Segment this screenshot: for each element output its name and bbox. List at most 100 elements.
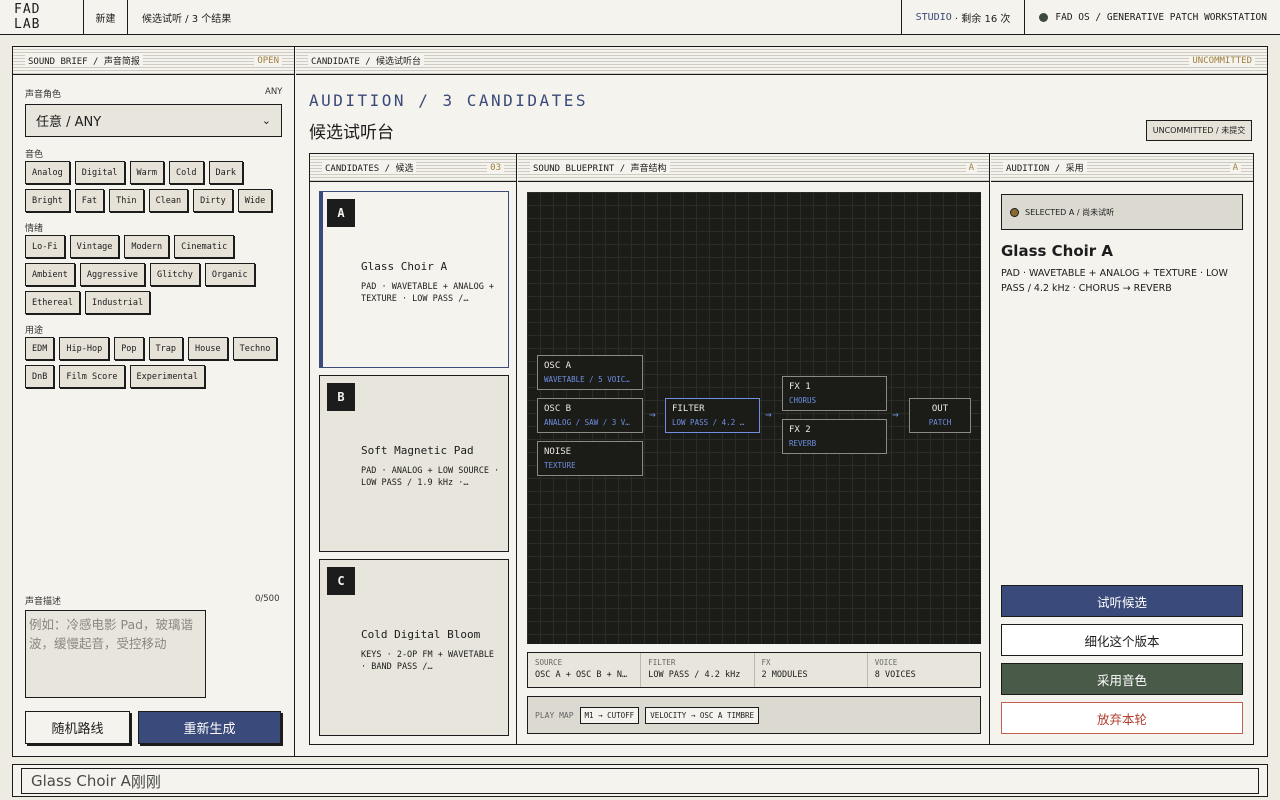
stat-key: VOICE [874,658,898,667]
node-fx2[interactable]: FX 2 REVERB [782,419,887,454]
adopt-button[interactable]: 采用音色 [1001,663,1243,695]
candidate-card-b[interactable]: B Soft Magnetic Pad PAD · ANALOG + LOW S… [319,375,509,552]
sound-brief-panel: SOUND BRIEF / 声音简报 OPEN 声音角色 ANY 任意 / AN… [13,47,295,756]
tag-chip[interactable]: Cold [169,161,204,184]
candidate-letter-badge: A [327,199,355,227]
candidate-header-cn: 候选试听台 [376,57,422,67]
status-dot-icon [1039,12,1049,22]
desc-count: 0/500 [255,594,280,604]
tag-chip[interactable]: Bright [25,189,70,212]
node-filter[interactable]: FILTER LOW PASS / 4.2 … [665,398,760,433]
node-title: FILTER [672,404,705,414]
tag-chip[interactable]: Organic [204,263,255,286]
candidate-card-a[interactable]: A Glass Choir A PAD · WAVETABLE + ANALOG… [319,191,509,368]
node-osc-a[interactable]: OSC A WAVETABLE / 5 VOIC… [537,355,643,390]
tag-chip[interactable]: Industrial [84,291,151,314]
candidates-count: 03 [487,162,504,173]
candidate-panel: CANDIDATE / 候选试听台 UNCOMMITTED AUDITION /… [296,47,1267,756]
workspace-frame: SOUND BRIEF / 声音简报 OPEN 声音角色 ANY 任意 / AN… [12,46,1268,757]
brief-header-sep: / [87,57,104,67]
tag-chip[interactable]: DnB [25,365,55,388]
description-input[interactable]: 例如：冷感电影 Pad，玻璃谐波，缓慢起音，受控移动 [25,610,206,698]
tag-chip[interactable]: Analog [25,161,70,184]
desc-label: 声音描述 [25,597,62,607]
selected-status: SELECTED A / 尚未试听 [1001,194,1243,230]
role-selected-value: 任意 / ANY [36,115,102,130]
top-bar: FAD LAB 新建 候选试听 / 3 个结果 STUDIO · 剩余 16 次… [0,0,1280,35]
tag-chip[interactable]: Warm [129,161,165,184]
random-route-button[interactable]: 随机路线 [25,711,130,744]
node-sub: PATCH [928,418,952,427]
tag-chip[interactable]: Vintage [69,235,120,258]
tag-chip[interactable]: Dark [208,161,243,184]
role-tag: ANY [265,87,283,97]
listen-button[interactable]: 试听候选 [1001,585,1243,617]
play-map: PLAY MAP M1 → CUTOFF VELOCITY → OSC A TI… [527,696,981,734]
tag-chip[interactable]: Glitchy [150,263,200,286]
blueprint-tag: A [965,162,977,173]
node-sub: TEXTURE [544,461,576,470]
tag-chip[interactable]: Aggressive [79,263,146,286]
tag-chip[interactable]: Hip-Hop [59,337,110,360]
tag-chip[interactable]: Ethereal [25,291,80,314]
new-button[interactable]: 新建 [84,0,128,34]
refine-button[interactable]: 细化这个版本 [1001,624,1243,656]
stat-source: SOURCE OSC A + OSC B + N… [528,653,642,687]
role-select[interactable]: 任意 / ANY ⌄ [25,104,282,137]
selected-status-text: SELECTED A / 尚未试听 [1025,207,1115,217]
tag-chip[interactable]: Techno [232,337,278,360]
node-out[interactable]: OUT PATCH [909,398,971,433]
tag-chip[interactable]: Modern [124,235,170,258]
arrow-right-icon: → [892,408,899,421]
tag-chip[interactable]: Dirty [193,189,233,212]
tag-chip[interactable]: Wide [237,189,273,212]
node-sub: CHORUS [789,396,817,405]
candidate-desc: PAD · WAVETABLE + ANALOG + TEXTURE · LOW… [361,282,495,304]
candidate-header-title: CANDIDATE / 候选试听台 [308,54,425,67]
discard-button[interactable]: 放弃本轮 [1001,702,1243,734]
node-osc-b[interactable]: OSC B ANALOG / SAW / 3 V… [537,398,643,433]
regenerate-button[interactable]: 重新生成 [138,711,281,744]
tag-chip[interactable]: Digital [74,161,125,184]
studio-quota: STUDIO · 剩余 16 次 [900,0,1026,34]
blueprint-header-en: SOUND BLUEPRINT [533,164,615,174]
tag-chip[interactable]: Cinematic [174,235,235,258]
studio-label: STUDIO [915,11,952,23]
candidate-card-c[interactable]: C Cold Digital Bloom KEYS · 2-OP FM + WA… [319,559,509,736]
tag-chip[interactable]: Clean [148,189,189,212]
candidate-letter-badge: C [327,567,355,595]
play-map-chip[interactable]: M1 → CUTOFF [579,706,640,724]
node-sub: LOW PASS / 4.2 … [672,418,745,427]
node-sub: WAVETABLE / 5 VOIC… [544,375,630,384]
chevron-down-icon: ⌄ [261,114,271,127]
blueprint-header-title: SOUND BLUEPRINT / 声音结构 [530,161,670,174]
tag-chip[interactable]: Thin [109,189,144,212]
status-message: Glass Choir A 刚刚 [21,768,1259,794]
arrow-right-icon: → [765,408,772,421]
audition-header-cn: 采用 [1065,164,1084,174]
candidate-name: Soft Magnetic Pad [361,444,474,457]
tag-chip[interactable]: Trap [148,337,184,360]
node-title: OSC A [544,361,572,371]
tag-chip[interactable]: Fat [74,189,105,212]
brief-header-cn: 声音简报 [103,57,140,67]
arrow-right-icon: → [649,408,656,421]
tag-chip[interactable]: Ambient [25,263,75,286]
tag-chip[interactable]: House [188,337,228,360]
tag-chip[interactable]: Pop [114,337,144,360]
tag-chip[interactable]: EDM [25,337,55,360]
audition-desc: PAD · WAVETABLE + ANALOG + TEXTURE · LOW… [1001,268,1228,294]
play-map-chip[interactable]: VELOCITY → OSC A TIMBRE [645,706,760,724]
play-map-label: PLAY MAP [535,710,574,720]
stat-key: FX [761,658,771,667]
tag-chip[interactable]: Lo-Fi [25,235,65,258]
use-label: 用途 [25,326,44,336]
audition-name: Glass Choir A [1001,242,1114,260]
tag-chip[interactable]: Film Score [59,365,125,388]
selected-dot-icon [1010,207,1019,217]
candidate-header-en: CANDIDATE [311,57,360,67]
tag-chip[interactable]: Experimental [129,365,205,388]
uncommitted-badge: UNCOMMITTED / 未提交 [1146,120,1252,141]
node-noise[interactable]: NOISE TEXTURE [537,441,643,476]
node-fx1[interactable]: FX 1 CHORUS [782,376,887,411]
